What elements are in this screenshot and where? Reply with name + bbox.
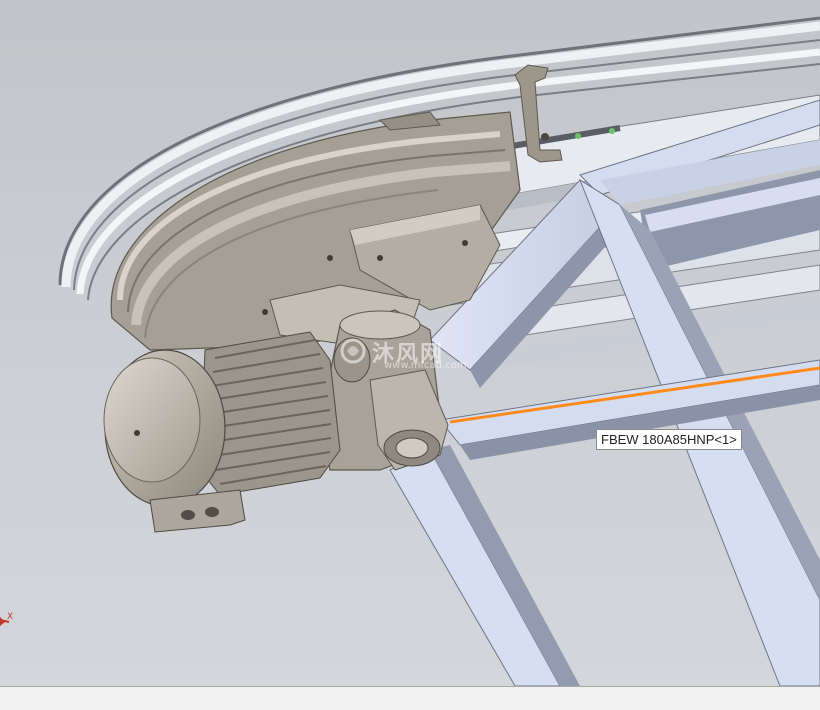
cad-graphics-viewport[interactable]: 沐风网 www.mfcad.com FBEW 180A85HNP<1> X: [0, 0, 820, 686]
triad-x-label: X: [7, 612, 14, 622]
watermark-url: www.mfcad.com: [384, 360, 467, 371]
part-name-tooltip: FBEW 180A85HNP<1>: [596, 429, 742, 450]
watermark: 沐风网 www.mfcad.com: [340, 338, 500, 378]
status-bar: [0, 686, 820, 710]
watermark-logo-icon: [340, 338, 366, 364]
green-fastener-icon: [609, 128, 615, 134]
green-fastener-icon: [575, 133, 581, 139]
